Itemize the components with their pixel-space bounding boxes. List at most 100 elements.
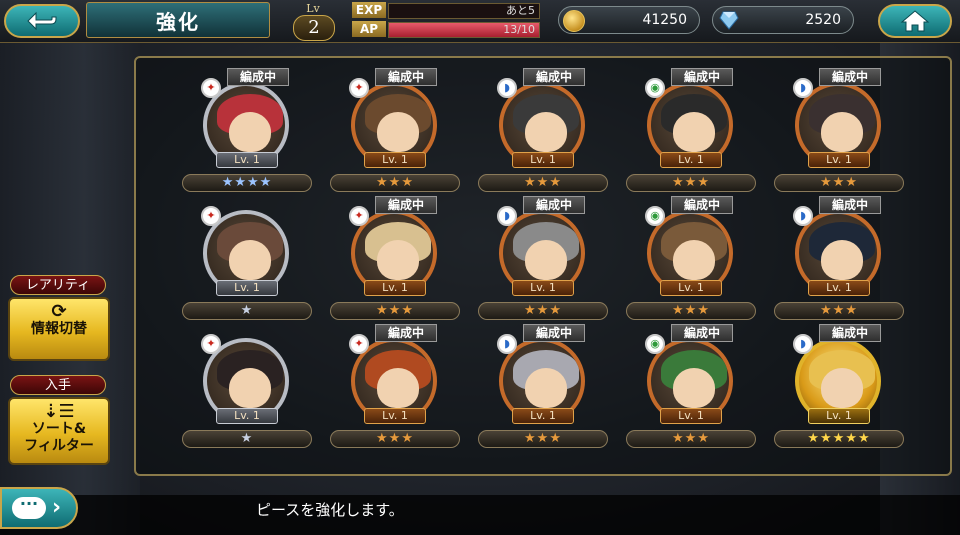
water-element-icon: ◗ — [793, 334, 813, 354]
character-face — [229, 112, 271, 152]
in-party-ribbon: 編成中 — [523, 68, 585, 86]
unit-level: Lv. 1 — [660, 152, 722, 168]
unit-level: Lv. 1 — [216, 408, 278, 424]
info-toggle-button[interactable]: ⟳ 情報切替 — [8, 297, 110, 361]
rarity-stars: ★★★ — [626, 174, 756, 192]
unit-card[interactable]: ◗ 編成中 Lv. 1 ★★★ — [478, 68, 608, 194]
unit-card[interactable]: ◉ 編成中 Lv. 1 ★★★ — [626, 324, 756, 450]
character-face — [673, 368, 715, 408]
unit-level: Lv. 1 — [216, 280, 278, 296]
character-face — [377, 368, 419, 408]
chat-button[interactable]: ··· › — [0, 487, 78, 529]
gem-amount: 2520 — [805, 12, 841, 28]
unit-card[interactable]: ✦ 編成中 Lv. 1 ★★★★ — [182, 68, 312, 194]
unit-card[interactable]: ◗ 編成中 Lv. 1 ★★★ — [478, 196, 608, 322]
home-button[interactable] — [878, 4, 952, 38]
character-face — [821, 112, 863, 152]
unit-card[interactable]: ✦ Lv. 1 ★ — [182, 196, 312, 322]
in-party-ribbon: 編成中 — [227, 68, 289, 86]
gem-icon — [719, 11, 739, 30]
character-face — [525, 112, 567, 152]
unit-level: Lv. 1 — [808, 280, 870, 296]
unit-level: Lv. 1 — [512, 280, 574, 296]
fire-element-icon: ✦ — [349, 334, 369, 354]
character-face — [377, 112, 419, 152]
character-face — [821, 368, 863, 408]
sort-filter-button[interactable]: ⇣☰ ソート& フィルター — [8, 397, 110, 465]
character-face — [525, 368, 567, 408]
rarity-stars: ★★★★ — [182, 174, 312, 192]
unit-level: Lv. 1 — [512, 152, 574, 168]
unit-card[interactable]: ◗ 編成中 Lv. 1 ★★★ — [774, 196, 904, 322]
cycle-icon: ⟳ — [51, 301, 67, 322]
info-toggle-label: 情報切替 — [31, 321, 87, 337]
in-party-ribbon: 編成中 — [523, 196, 585, 214]
coin-amount: 41250 — [642, 12, 687, 28]
sort-label-line2: フィルター — [24, 438, 94, 454]
in-party-ribbon: 編成中 — [523, 324, 585, 342]
back-arrow-icon — [27, 11, 57, 31]
level-value: 2 — [293, 15, 335, 41]
exp-text: あと5 — [506, 4, 535, 17]
page-title: 強化 — [86, 2, 270, 38]
ap-bar: 13/10 — [388, 22, 540, 38]
water-element-icon: ◗ — [497, 78, 517, 98]
back-button[interactable] — [4, 4, 80, 38]
unit-card[interactable]: ✦ 編成中 Lv. 1 ★★★ — [330, 196, 460, 322]
home-icon — [900, 10, 930, 32]
rarity-tag: レアリティ — [10, 275, 106, 295]
player-level-badge: Lv 2 — [283, 2, 343, 41]
exp-label: EXP — [352, 2, 386, 18]
fire-element-icon: ✦ — [201, 334, 221, 354]
top-bar: 強化 Lv 2 EXP あと5 AP 13/10 41250 2520 — [0, 0, 960, 43]
in-party-ribbon: 編成中 — [375, 68, 437, 86]
fire-element-icon: ✦ — [201, 78, 221, 98]
in-party-ribbon: 編成中 — [375, 196, 437, 214]
character-face — [229, 240, 271, 280]
water-element-icon: ◗ — [497, 334, 517, 354]
coin-counter: 41250 — [558, 6, 700, 34]
fire-element-icon: ✦ — [201, 206, 221, 226]
unit-grid: ✦ 編成中 Lv. 1 ★★★★ ✦ 編成中 Lv. 1 ★★★ ◗ 編成中 Lv. 1 ★★★ ◉ 編成… — [134, 56, 952, 476]
status-message: ピースを強化します。 — [256, 501, 404, 519]
chat-bubble-icon: ··· — [12, 496, 46, 519]
unit-card[interactable]: ◗ 編成中 Lv. 1 ★★★ — [478, 324, 608, 450]
unit-card[interactable]: ◗ 編成中 Lv. 1 ★★★ — [774, 68, 904, 194]
unit-level: Lv. 1 — [364, 280, 426, 296]
rarity-stars: ★★★ — [330, 174, 460, 192]
unit-card[interactable]: ✦ 編成中 Lv. 1 ★★★ — [330, 68, 460, 194]
unit-level: Lv. 1 — [512, 408, 574, 424]
unit-card[interactable]: ✦ Lv. 1 ★ — [182, 324, 312, 450]
rarity-stars: ★ — [182, 302, 312, 320]
rarity-stars: ★ — [182, 430, 312, 448]
unit-card[interactable]: ✦ 編成中 Lv. 1 ★★★ — [330, 324, 460, 450]
rarity-stars: ★★★ — [626, 430, 756, 448]
unit-card[interactable]: ◉ 編成中 Lv. 1 ★★★ — [626, 196, 756, 322]
wind-element-icon: ◉ — [645, 206, 665, 226]
message-bar — [0, 495, 960, 535]
level-label: Lv — [306, 2, 320, 15]
in-party-ribbon: 編成中 — [671, 324, 733, 342]
in-party-ribbon: 編成中 — [819, 68, 881, 86]
unit-card[interactable]: ◉ 編成中 Lv. 1 ★★★ — [626, 68, 756, 194]
unit-level: Lv. 1 — [660, 408, 722, 424]
sort-label-line1: ソート& — [31, 421, 87, 437]
rarity-stars: ★★★ — [774, 174, 904, 192]
fire-element-icon: ✦ — [349, 206, 369, 226]
exp-bar: あと5 — [388, 3, 540, 19]
chevron-right-icon: › — [52, 495, 62, 520]
ap-text: 13/10 — [503, 23, 535, 36]
rarity-stars: ★★★ — [478, 302, 608, 320]
character-face — [821, 240, 863, 280]
unit-level: Lv. 1 — [364, 408, 426, 424]
character-face — [229, 368, 271, 408]
rarity-stars: ★★★ — [330, 302, 460, 320]
unit-level: Lv. 1 — [808, 152, 870, 168]
unit-level: Lv. 1 — [216, 152, 278, 168]
in-party-ribbon: 編成中 — [819, 324, 881, 342]
rarity-stars: ★★★ — [626, 302, 756, 320]
character-face — [525, 240, 567, 280]
unit-card[interactable]: ◗ 編成中 Lv. 1 ★★★★★ — [774, 324, 904, 450]
coin-icon — [563, 10, 585, 32]
sort-icon: ⇣☰ — [43, 401, 75, 422]
